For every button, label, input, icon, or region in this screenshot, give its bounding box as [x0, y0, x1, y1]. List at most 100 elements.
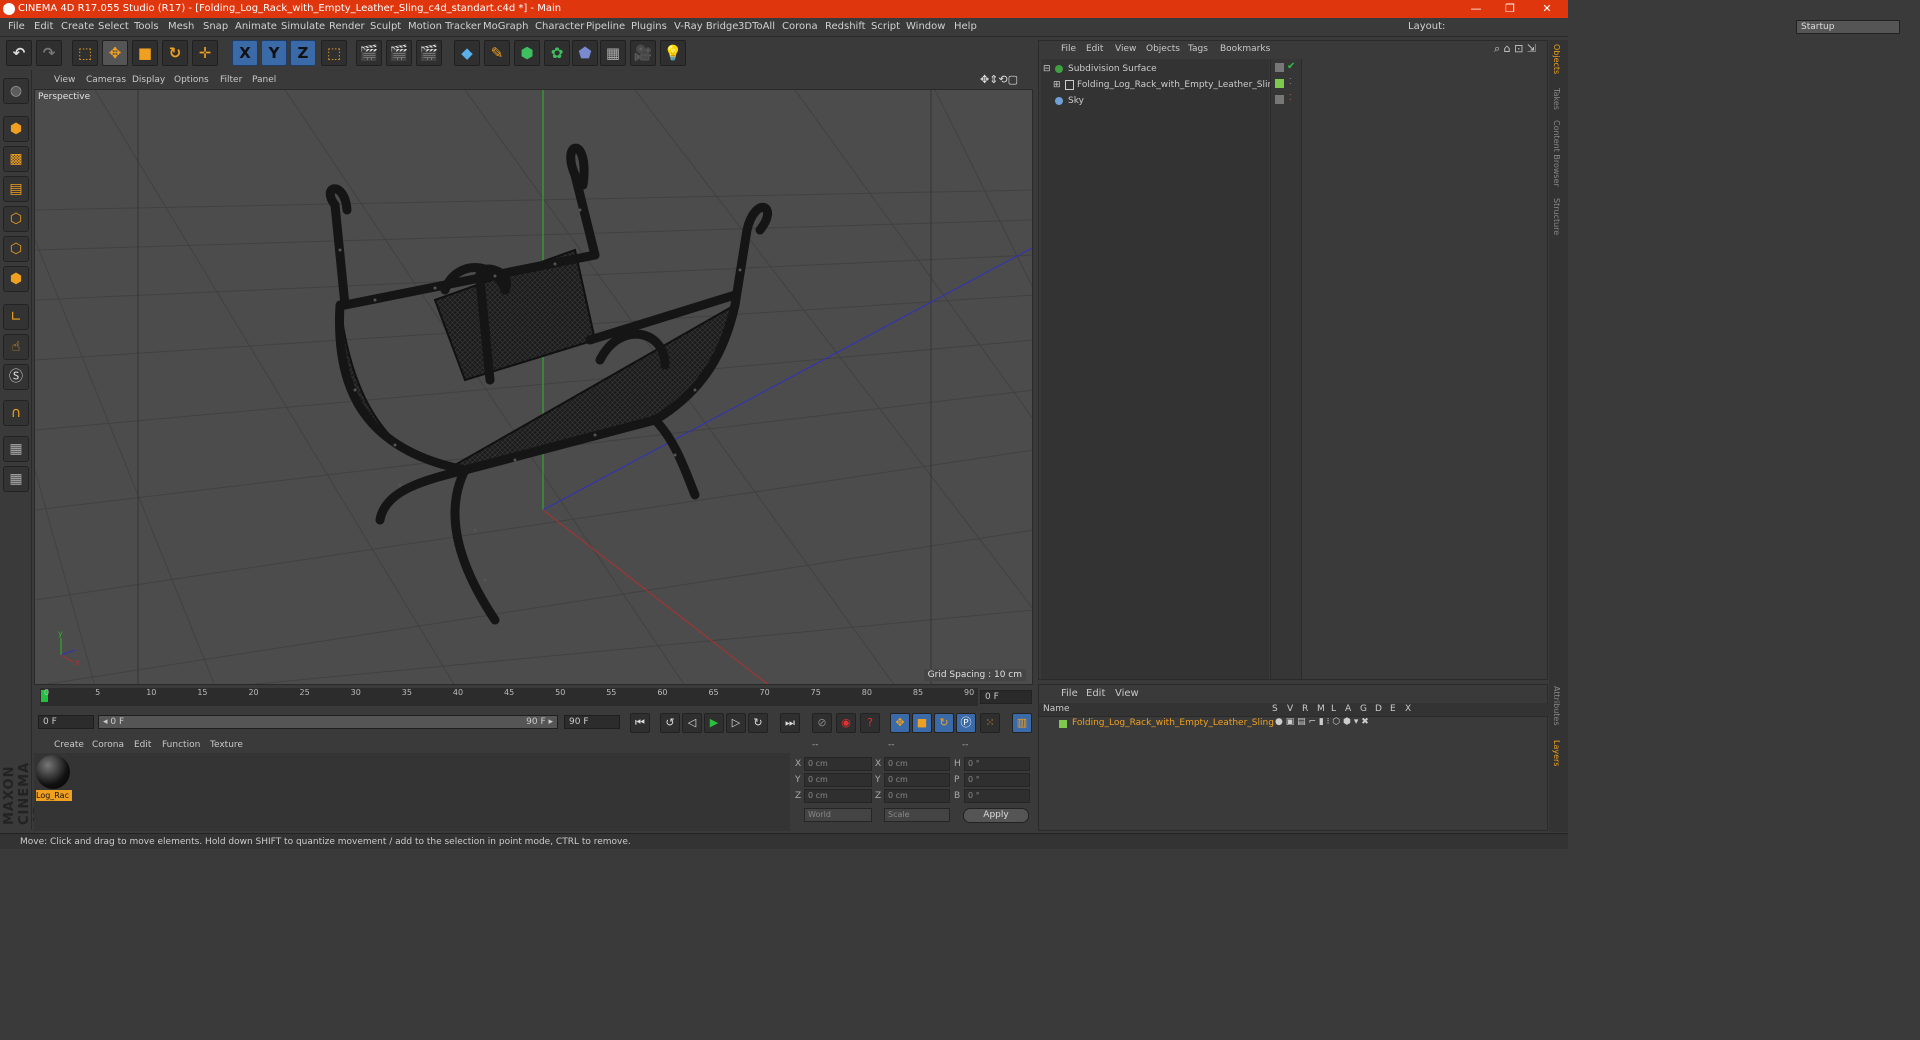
polygons-mode-button[interactable]: ⬢	[3, 266, 29, 292]
col-solo[interactable]: S	[1272, 704, 1278, 714]
texture-mode-button[interactable]: ▩	[3, 146, 29, 172]
menu-corona[interactable]: Corona	[782, 21, 818, 32]
om-menu-file[interactable]: File	[1061, 44, 1076, 54]
om-menu-edit[interactable]: Edit	[1086, 44, 1103, 54]
layer-row[interactable]: Folding_Log_Rack_with_Empty_Leather_Slin…	[1039, 717, 1549, 731]
mat-menu-texture[interactable]: Texture	[210, 740, 243, 750]
snapping-button[interactable]: ∩	[3, 400, 29, 426]
layout-select[interactable]: Startup	[1796, 20, 1900, 34]
menu-animate[interactable]: Animate	[235, 21, 277, 32]
close-button[interactable]: ✕	[1530, 0, 1564, 18]
cloner-button[interactable]: ✿	[544, 40, 570, 66]
mat-menu-corona[interactable]: Corona	[92, 740, 124, 750]
render-settings-button[interactable]: 🎬	[416, 40, 442, 66]
lm-menu-view[interactable]: View	[1115, 688, 1139, 699]
frame-range-slider[interactable]: ◂ 0 F 90 F ▸	[98, 715, 558, 729]
mat-menu-function[interactable]: Function	[162, 740, 200, 750]
tab-attributes[interactable]: Attributes	[1552, 686, 1561, 726]
visibility-dots-icon[interactable]: ⁚	[1289, 93, 1292, 102]
key-position-button[interactable]: ✥	[890, 713, 910, 733]
vp-menu-panel[interactable]: Panel	[252, 75, 276, 85]
pos-y-field[interactable]: 0 cm	[804, 773, 872, 787]
scale-tool-button[interactable]: ■	[132, 40, 158, 66]
col-expressions[interactable]: E	[1390, 704, 1396, 714]
om-search-icons[interactable]: ⌕ ⌂ ⊡ ⇲	[1494, 42, 1536, 56]
planar-workplane-button[interactable]: ▦	[3, 466, 29, 492]
keyframe-selection-button[interactable]: ?	[860, 713, 880, 733]
coordinate-system-button[interactable]: ⬚	[321, 40, 347, 66]
previous-key-button[interactable]: ↺	[660, 713, 680, 733]
om-menu-view[interactable]: View	[1115, 44, 1136, 54]
menu-tools[interactable]: Tools	[134, 21, 159, 32]
menu-file[interactable]: File	[8, 21, 25, 32]
menu-simulate[interactable]: Simulate	[281, 21, 325, 32]
menu-mesh[interactable]: Mesh	[168, 21, 194, 32]
z-axis-button[interactable]: Z	[290, 40, 316, 66]
x-axis-button[interactable]: X	[232, 40, 258, 66]
undo-button[interactable]: ↶	[6, 40, 32, 66]
col-deformers[interactable]: D	[1375, 704, 1382, 714]
mat-menu-edit[interactable]: Edit	[134, 740, 151, 750]
tab-content-browser[interactable]: Content Browser	[1552, 120, 1561, 187]
menu-character[interactable]: Character	[535, 21, 584, 32]
enabled-check-icon[interactable]: ✔	[1287, 61, 1295, 72]
col-generators[interactable]: G	[1360, 704, 1367, 714]
go-to-end-button[interactable]: ⏭	[780, 713, 800, 733]
key-rotation-button[interactable]: ↻	[934, 713, 954, 733]
tab-structure[interactable]: Structure	[1552, 198, 1561, 235]
key-parameter-button[interactable]: Ⓟ	[956, 713, 976, 733]
redo-button[interactable]: ↷	[36, 40, 62, 66]
timeline-window-button[interactable]: ▥	[1012, 713, 1032, 733]
om-menu-tags[interactable]: Tags	[1188, 44, 1208, 54]
tweak-mode-button[interactable]: ☝	[3, 334, 29, 360]
om-menu-objects[interactable]: Objects	[1146, 44, 1180, 54]
recent-tools-button[interactable]: ✛	[192, 40, 218, 66]
go-to-start-button[interactable]: ⏮	[630, 713, 650, 733]
timeline-ruler[interactable]: 0 5 10 15 20 25 30 35 40 45 50 55 60 65 70 75 80 85 90	[40, 688, 978, 706]
tab-takes[interactable]: Takes	[1552, 88, 1561, 110]
next-key-button[interactable]: ↻	[748, 713, 768, 733]
make-editable-button[interactable]: ◍	[3, 78, 29, 104]
light-button[interactable]: 💡	[660, 40, 686, 66]
col-render[interactable]: R	[1302, 704, 1308, 714]
menu-sculpt[interactable]: Sculpt	[370, 21, 401, 32]
size-z-field[interactable]: 0 cm	[884, 789, 950, 803]
key-scale-button[interactable]: ■	[912, 713, 932, 733]
apply-button[interactable]: Apply	[963, 808, 1029, 823]
menu-create[interactable]: Create	[61, 21, 94, 32]
current-frame-field[interactable]: 0 F	[980, 690, 1032, 704]
menu-plugins[interactable]: Plugins	[631, 21, 667, 32]
start-frame-field[interactable]: 0 F	[38, 715, 94, 729]
move-tool-button[interactable]: ✥	[102, 40, 128, 66]
lm-menu-edit[interactable]: Edit	[1086, 688, 1105, 699]
deformer-button[interactable]: ⬟	[572, 40, 598, 66]
material-swatch[interactable]: Log_Rac	[36, 755, 72, 801]
collapse-icon[interactable]: ⊟	[1043, 61, 1051, 77]
record-active-button[interactable]: ⊘	[812, 713, 832, 733]
lm-menu-file[interactable]: File	[1061, 688, 1078, 699]
key-pla-button[interactable]: ⁙	[980, 713, 1000, 733]
rotate-tool-button[interactable]: ↻	[162, 40, 188, 66]
col-name[interactable]: Name	[1043, 704, 1070, 714]
render-view-button[interactable]: 🎬	[356, 40, 382, 66]
vp-menu-options[interactable]: Options	[174, 75, 209, 85]
size-y-field[interactable]: 0 cm	[884, 773, 950, 787]
previous-frame-button[interactable]: ◁	[682, 713, 702, 733]
layer-color-icon[interactable]	[1275, 79, 1284, 88]
col-xref[interactable]: X	[1405, 704, 1411, 714]
tab-layers[interactable]: Layers	[1552, 740, 1561, 766]
menu-render[interactable]: Render	[329, 21, 365, 32]
spline-pen-button[interactable]: ✎	[484, 40, 510, 66]
menu-window[interactable]: Window	[906, 21, 945, 32]
menu-snap[interactable]: Snap	[203, 21, 228, 32]
vp-menu-display[interactable]: Display	[132, 75, 165, 85]
menu-redshift[interactable]: Redshift	[825, 21, 866, 32]
object-row[interactable]: ⊟ Subdivision Surface	[1041, 61, 1267, 77]
viewport-nav-icons[interactable]: ✥⇕⟲▢	[980, 73, 1018, 86]
layer-flags-icons[interactable]: ● ▣ ▤ ⌐ ▮ ⁝ ⬡ ⬢ ▾ ✖	[1275, 717, 1369, 727]
autokey-button[interactable]: ◉	[836, 713, 856, 733]
menu-script[interactable]: Script	[871, 21, 900, 32]
workplane-mode-button[interactable]: ▤	[3, 176, 29, 202]
vp-menu-filter[interactable]: Filter	[220, 75, 242, 85]
cube-object-button[interactable]: ◆	[454, 40, 480, 66]
